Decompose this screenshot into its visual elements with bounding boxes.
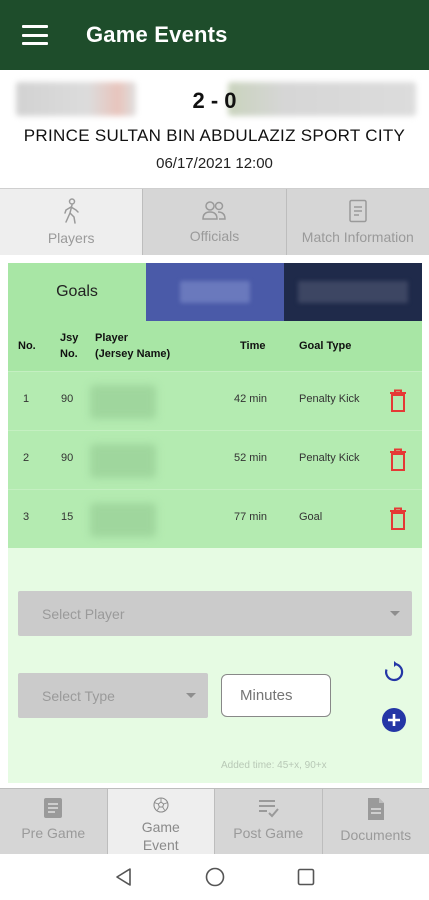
nav-pre-game-label: Pre Game: [21, 825, 86, 841]
row-time: 52 min: [234, 452, 268, 464]
chevron-down-icon: [390, 611, 400, 616]
tab-match-information[interactable]: Match Information: [286, 189, 429, 255]
delete-icon[interactable]: [389, 389, 407, 413]
table-body: 1 90 42 min Penalty Kick 2 90 52 min Penalty Ki…: [8, 371, 422, 548]
plus-icon: [388, 714, 400, 726]
tab-event-type-3-blurred-label: [298, 281, 408, 303]
col-jersey-no: Jsy No.: [60, 332, 79, 360]
select-player-dropdown[interactable]: Select Player: [18, 591, 412, 636]
row-goal-type: Goal: [299, 511, 323, 523]
match-venue: PRINCE SULTAN BIN ABDULAZIZ SPORT CITY: [23, 126, 406, 145]
tab-event-type-2-blurred-label: [180, 281, 250, 303]
walking-person-icon: [64, 198, 79, 224]
nav-post-game[interactable]: Post Game: [215, 789, 322, 854]
col-goal-type: Goal Type: [299, 340, 352, 352]
tab-officials-label: Officials: [189, 228, 240, 244]
section-tabs: Players Officials Match Information: [0, 188, 429, 255]
row-time: 77 min: [234, 511, 268, 523]
col-time: Time: [240, 340, 266, 352]
player-name-blurred: [90, 503, 156, 537]
add-goal-form: Select Player Select Type Added time: 45…: [8, 548, 422, 783]
event-type-tabs: Goals: [8, 263, 422, 321]
delete-icon[interactable]: [389, 507, 407, 531]
nav-pre-game[interactable]: Pre Game: [0, 789, 107, 854]
table-row: 3 15 77 min Goal: [8, 489, 422, 548]
table-row: 2 90 52 min Penalty Kick: [8, 430, 422, 489]
nav-documents-label: Documents: [340, 827, 412, 843]
tab-event-type-2[interactable]: [146, 263, 284, 321]
delete-icon[interactable]: [389, 448, 407, 472]
match-header: 2 - 0 PRINCE SULTAN BIN ABDULAZIZ SPORT …: [0, 70, 429, 188]
checklist-icon: [259, 800, 280, 818]
tab-players[interactable]: Players: [0, 189, 143, 255]
row-jersey-no: 90: [61, 393, 74, 405]
tab-goals-label: Goals: [56, 283, 98, 300]
back-icon[interactable]: [114, 867, 134, 887]
added-time-hint: Added time: 45+x, 90+x: [221, 760, 327, 771]
nav-game-event[interactable]: Game Event: [107, 789, 214, 854]
tab-match-information-label: Match Information: [301, 229, 414, 245]
recent-apps-icon[interactable]: [297, 868, 315, 886]
row-goal-type: Penalty Kick: [299, 393, 360, 405]
row-time: 42 min: [234, 393, 268, 405]
row-goal-type: Penalty Kick: [299, 452, 360, 464]
select-player-label: Select Player: [42, 605, 125, 622]
match-score: 2 - 0: [192, 88, 237, 113]
table-header: No. Jsy No. Player (Jersey Name) Time Go…: [8, 321, 422, 371]
player-name-blurred: [90, 444, 156, 478]
minutes-input[interactable]: [221, 674, 331, 717]
home-icon[interactable]: [205, 867, 225, 887]
tab-goals[interactable]: Goals: [8, 263, 146, 321]
goals-table: No. Jsy No. Player (Jersey Name) Time Go…: [8, 321, 422, 548]
soccer-ball-icon: [153, 797, 169, 813]
tab-event-type-3[interactable]: [284, 263, 422, 321]
nav-post-game-label: Post Game: [233, 825, 304, 841]
select-type-dropdown[interactable]: Select Type: [18, 673, 208, 718]
bottom-navigation: Pre Game Game Event Post Game Documents: [0, 788, 429, 854]
pregame-doc-icon: [44, 798, 63, 818]
tab-officials[interactable]: Officials: [143, 189, 286, 255]
row-jersey-no: 15: [61, 511, 74, 523]
system-navigation-bar: [0, 854, 429, 900]
goals-card: Goals No. Jsy No. Player (Jersey Name) T…: [8, 263, 422, 783]
match-datetime: 06/17/2021 12:00: [156, 155, 273, 172]
col-no: No.: [18, 340, 36, 352]
table-row: 1 90 42 min Penalty Kick: [8, 371, 422, 430]
file-icon: [367, 798, 384, 820]
chevron-down-icon: [186, 693, 196, 698]
app-bar: Game Events: [0, 0, 429, 70]
col-player: Player (Jersey Name): [95, 332, 171, 360]
row-jersey-no: 90: [61, 452, 74, 464]
row-no: 2: [23, 452, 30, 464]
select-type-label: Select Type: [42, 687, 115, 704]
row-no: 3: [23, 511, 30, 523]
player-name-blurred: [90, 385, 156, 419]
page-title: Game Events: [86, 22, 228, 47]
nav-game-event-label: Game Event: [141, 819, 180, 853]
refresh-icon[interactable]: [382, 660, 406, 684]
document-icon: [349, 199, 367, 223]
menu-icon[interactable]: [22, 25, 48, 45]
nav-documents[interactable]: Documents: [323, 789, 429, 854]
add-goal-button[interactable]: [382, 708, 406, 732]
tab-players-label: Players: [47, 230, 95, 246]
people-icon: [202, 201, 227, 220]
row-no: 1: [23, 393, 30, 405]
